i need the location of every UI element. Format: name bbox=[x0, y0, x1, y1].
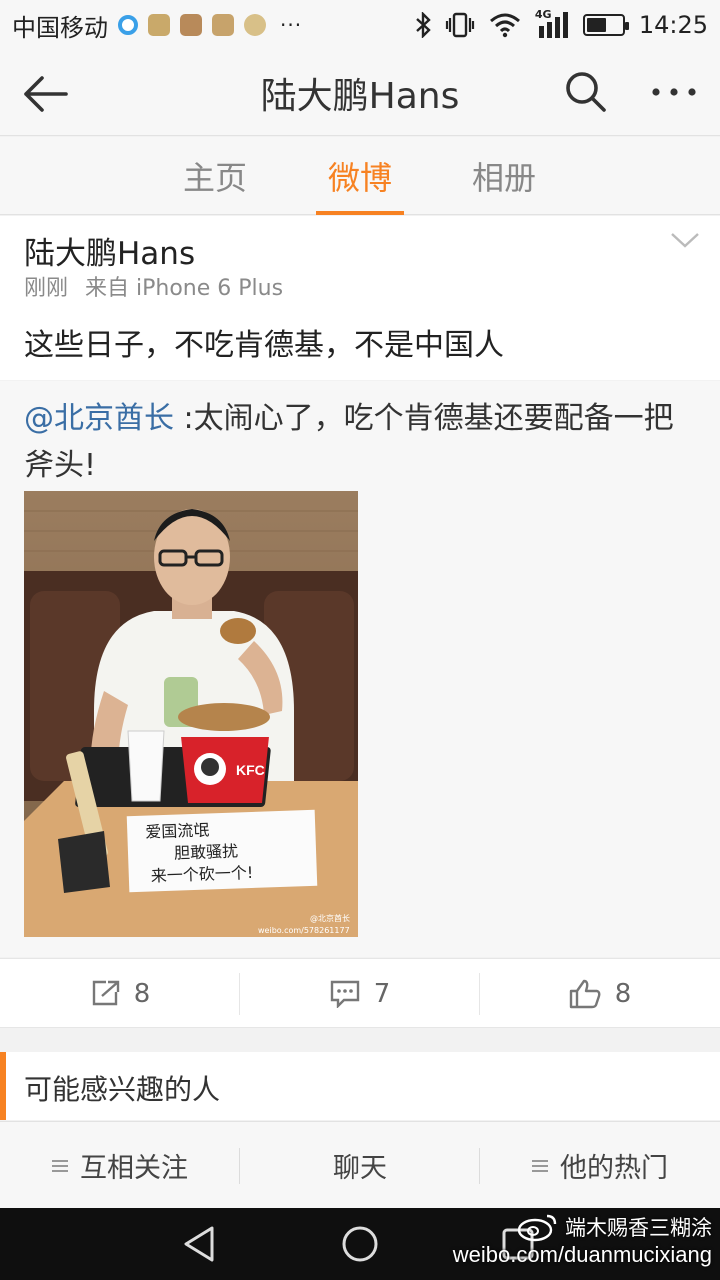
chat-button[interactable]: 聊天 bbox=[240, 1122, 480, 1209]
like-button[interactable]: 8 bbox=[480, 959, 720, 1029]
like-icon bbox=[569, 979, 601, 1009]
like-count: 8 bbox=[614, 979, 632, 1009]
menu-icon bbox=[52, 1159, 68, 1172]
circle-home-icon bbox=[342, 1226, 378, 1262]
triangle-back-icon bbox=[184, 1226, 214, 1262]
retweet-text: @北京酋长 :太闹心了，吃个肯德基还要配备一把斧头! bbox=[24, 395, 696, 489]
arrow-left-icon bbox=[24, 76, 68, 112]
toolbar-label: 聊天 bbox=[333, 1153, 387, 1184]
tab-active-indicator bbox=[316, 211, 404, 215]
tab-weibo[interactable]: 微博 bbox=[316, 137, 404, 215]
search-icon bbox=[566, 72, 606, 112]
mutual-follow-button[interactable]: 互相关注 bbox=[0, 1122, 240, 1209]
tab-album[interactable]: 相册 bbox=[444, 137, 564, 215]
bucket-label: KFC bbox=[236, 762, 265, 778]
tab-label: 相册 bbox=[471, 159, 536, 197]
profile-toolbar: 互相关注 聊天 他的热门 bbox=[0, 1121, 720, 1208]
battery-icon bbox=[582, 14, 629, 36]
section-accent-bar bbox=[0, 1052, 6, 1120]
tab-label: 主页 bbox=[182, 159, 247, 197]
photo-watermark: @北京酋长 bbox=[310, 913, 350, 923]
repost-button[interactable]: 8 bbox=[0, 959, 240, 1029]
gallery-icon bbox=[212, 14, 234, 36]
post-author[interactable]: 陆大鹏Hans bbox=[24, 228, 195, 273]
share-icon bbox=[92, 980, 119, 1006]
sign-line-1: 爱国流氓 bbox=[145, 820, 210, 841]
retweeted-post[interactable]: @北京酋长 :太闹心了，吃个肯德基还要配备一把斧头! KFC 爱国流氓 胆敢骚扰… bbox=[0, 381, 720, 957]
section-title: 可能感兴趣的人 bbox=[24, 1073, 221, 1106]
post-text: 这些日子，不吃肯德基，不是中国人 bbox=[24, 328, 504, 363]
title-bar: 陆大鹏Hans bbox=[0, 50, 720, 136]
app-icon bbox=[148, 14, 170, 36]
popular-posts-button[interactable]: 他的热门 bbox=[480, 1122, 720, 1209]
watermark-name: 端木赐香三糊涂 bbox=[565, 1216, 712, 1240]
comment-icon bbox=[330, 980, 359, 1008]
back-button[interactable] bbox=[22, 70, 70, 118]
comment-count: 7 bbox=[373, 979, 391, 1009]
vibrate-icon bbox=[445, 12, 474, 38]
page-title: 陆大鹏Hans bbox=[260, 75, 460, 117]
suggested-people-section[interactable]: 可能感兴趣的人 bbox=[0, 1052, 720, 1120]
bluetooth-icon bbox=[416, 12, 431, 38]
post-photo[interactable]: KFC 爱国流氓 胆敢骚扰 来一个砍一个! @北京酋长 weibo.com/57… bbox=[24, 491, 358, 937]
chevron-down-icon bbox=[671, 233, 699, 248]
signal-icon bbox=[538, 12, 568, 38]
post-options-button[interactable] bbox=[670, 230, 700, 252]
post-time: 刚刚 bbox=[24, 276, 69, 301]
photo-watermark-url: weibo.com/578261177 bbox=[258, 926, 350, 935]
app-icon bbox=[180, 14, 202, 36]
wifi-icon bbox=[489, 13, 520, 38]
system-home-button[interactable] bbox=[340, 1224, 380, 1264]
post-source: 来自 iPhone 6 Plus bbox=[85, 276, 284, 301]
battery-level bbox=[586, 18, 606, 32]
toolbar-label: 他的热门 bbox=[560, 1153, 668, 1184]
sign-line-3: 来一个砍一个! bbox=[150, 863, 253, 886]
post-actions: 8 7 8 bbox=[0, 958, 720, 1028]
browser-icon bbox=[118, 15, 138, 35]
photo-illustration: KFC 爱国流氓 胆敢骚扰 来一个砍一个! @北京酋长 weibo.com/57… bbox=[24, 491, 358, 937]
signal-indicator: 4G bbox=[535, 8, 569, 38]
system-back-button[interactable] bbox=[180, 1224, 220, 1264]
more-notifications-indicator: ··· bbox=[280, 13, 303, 37]
toolbar-label: 互相关注 bbox=[80, 1153, 188, 1184]
post-card[interactable]: 陆大鹏Hans 刚刚 来自 iPhone 6 Plus 这些日子，不吃肯德基，不… bbox=[0, 216, 720, 380]
post-meta: 刚刚 来自 iPhone 6 Plus bbox=[24, 270, 283, 302]
search-button[interactable] bbox=[562, 68, 610, 116]
more-dots-icon bbox=[652, 88, 696, 96]
mention-link[interactable]: @北京酋长 bbox=[24, 401, 174, 436]
tab-home[interactable]: 主页 bbox=[155, 137, 275, 215]
repost-count: 8 bbox=[133, 979, 151, 1009]
watermark-url: weibo.com/duanmucixiang bbox=[452, 1242, 712, 1267]
more-button[interactable] bbox=[646, 68, 702, 116]
app-icon bbox=[244, 14, 266, 36]
sign-line-2: 胆敢骚扰 bbox=[174, 841, 239, 862]
carrier-label: 中国移动 bbox=[12, 13, 108, 42]
tab-label: 微博 bbox=[327, 159, 392, 197]
clock: 14:25 bbox=[638, 11, 708, 39]
comment-button[interactable]: 7 bbox=[240, 959, 480, 1029]
weibo-logo-icon bbox=[517, 1214, 557, 1242]
status-bar: 中国移动 ··· 4G 14:25 bbox=[0, 0, 720, 50]
weibo-watermark: 端木赐香三糊涂 weibo.com/duanmucixiang bbox=[453, 1212, 712, 1268]
profile-tabs: 主页 微博 相册 bbox=[0, 137, 720, 215]
menu-icon bbox=[532, 1159, 548, 1172]
